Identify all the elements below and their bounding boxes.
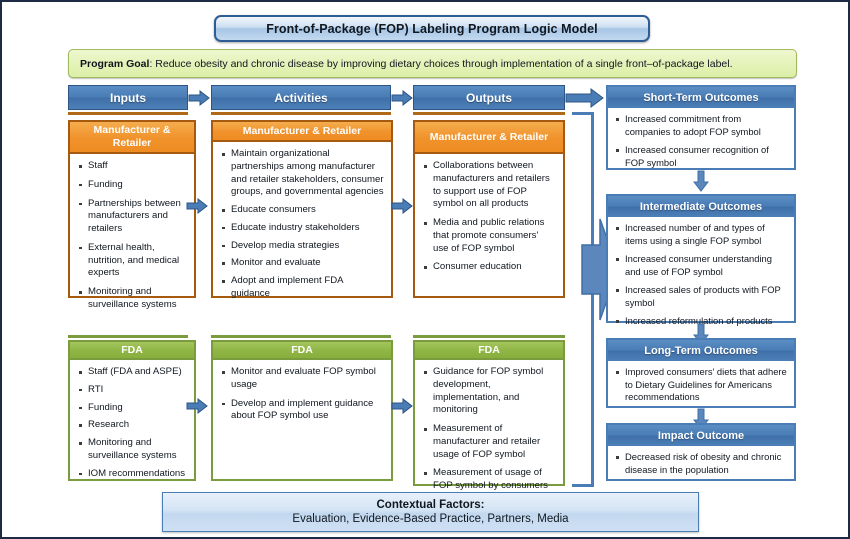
box-heading: FDA [213,342,391,360]
column-header-activities: Activities [211,85,391,110]
box-inputs-fda: FDA Staff (FDA and ASPE) RTI Funding Res… [68,340,196,481]
list-item: Partnerships between manufacturers and r… [78,198,187,236]
bullet-list-intermediate: Increased number of and types of items u… [608,217,794,338]
column-header-outputs: Outputs [413,85,565,110]
box-inputs-manufacturer-retailer: Manufacturer & Retailer Staff Funding Pa… [68,120,196,310]
rule-activities-orange [211,112,391,115]
arrow-inputs-fda-to-activities-fda [186,398,208,414]
list-item: Funding [78,402,187,415]
column-header-activities-label: Activities [274,90,328,105]
bullet-list-short-term: Increased commitment from companies to a… [608,108,794,179]
list-item: Increased number of and types of items u… [615,222,788,247]
arrow-activities-fda-to-outputs-fda [391,398,413,414]
list-item: RTI [78,384,187,397]
list-item: Increased consumer understanding and use… [615,253,788,278]
rule-inputs-orange [68,112,188,115]
box-heading: Impact Outcome [608,425,794,446]
bullet-list-inputs-fda: Staff (FDA and ASPE) RTI Funding Researc… [70,360,194,489]
bullet-list-long-term: Improved consumers' diets that adhere to… [608,361,794,414]
box-heading: Short-Term Outcomes [608,87,794,108]
list-item: Consumer education [423,261,556,274]
diagram-title-banner: Front-of-Package (FOP) Labeling Program … [214,15,650,42]
box-heading: FDA [415,342,563,360]
column-header-outputs-label: Outputs [466,90,512,105]
list-item: IOM recommendations [78,468,187,481]
rule-outputs-orange [413,112,565,115]
box-impact-outcome: Impact Outcome Decreased risk of obesity… [606,423,796,481]
list-item: Increased sales of products with FOP sym… [615,284,788,309]
program-goal-banner: Program Goal: Reduce obesity and chronic… [68,49,797,78]
box-heading: Long-Term Outcomes [608,340,794,361]
list-item: Adopt and implement FDA guidance [221,275,384,301]
contextual-factors-box: Contextual Factors: Evaluation, Evidence… [162,492,699,532]
list-item: Monitoring and surveillance systems [78,437,187,463]
program-goal-text: Program Goal: Reduce obesity and chronic… [80,58,733,70]
arrow-short-term-to-intermediate [693,170,709,192]
list-item: Develop media strategies [221,240,384,253]
list-item: Monitor and evaluate FOP symbol usage [221,366,384,392]
list-item: Staff [78,160,187,173]
list-item: Monitoring and surveillance systems [78,286,187,312]
rule-inputs-green [68,335,188,338]
list-item: Decreased risk of obesity and chronic di… [615,451,788,476]
arrow-inputs-mr-to-activities-mr [186,198,208,214]
bullet-list-outputs-mr: Collaborations between manufacturers and… [415,154,563,284]
bullet-list-activities-fda: Monitor and evaluate FOP symbol usage De… [213,360,391,433]
list-item: Measurement of usage of FOP symbol by co… [423,467,556,493]
column-header-inputs-label: Inputs [110,90,146,105]
arrow-activities-to-outputs [391,90,413,106]
box-activities-manufacturer-retailer: Manufacturer & Retailer Maintain organiz… [211,120,393,299]
rule-activities-green [211,335,391,338]
list-item: Media and public relations that promote … [423,217,556,255]
list-item: Improved consumers' diets that adhere to… [615,366,788,404]
list-item: Increased consumer recognition of FOP sy… [615,144,788,169]
box-heading: FDA [70,342,194,360]
contextual-factors-title: Contextual Factors: [376,499,485,511]
list-item: Monitor and evaluate [221,257,384,270]
list-item: Guidance for FOP symbol development, imp… [423,366,556,417]
arrow-activities-mr-to-outputs-mr [391,198,413,214]
rule-outputs-green [413,335,565,338]
list-item: Increased commitment from companies to a… [615,113,788,138]
arrow-outputs-to-short-term [565,88,604,108]
column-header-inputs: Inputs [68,85,188,110]
bullet-list-impact: Decreased risk of obesity and chronic di… [608,446,794,486]
list-item: Educate industry stakeholders [221,222,384,235]
box-heading: Manufacturer & Retailer [213,122,391,142]
list-item: Maintain organizational partnerships amo… [221,148,384,199]
box-heading: Intermediate Outcomes [608,196,794,217]
box-short-term-outcomes: Short-Term Outcomes Increased commitment… [606,85,796,170]
arrow-inputs-to-activities [188,90,210,106]
list-item: Develop and implement guidance about FOP… [221,398,384,424]
bullet-list-activities-mr: Maintain organizational partnerships amo… [213,142,391,310]
list-item: Measurement of manufacturer and retailer… [423,423,556,461]
logic-model-diagram: Front-of-Package (FOP) Labeling Program … [0,0,850,539]
box-outputs-manufacturer-retailer: Manufacturer & Retailer Collaborations b… [413,120,565,298]
list-item: Research [78,419,187,432]
box-long-term-outcomes: Long-Term Outcomes Improved consumers' d… [606,338,796,408]
page-title: Front-of-Package (FOP) Labeling Program … [266,21,598,36]
box-heading: Manufacturer & Retailer [70,122,194,154]
list-item: External health, nutrition, and medical … [78,242,187,280]
box-outputs-fda: FDA Guidance for FOP symbol development,… [413,340,565,491]
box-heading: Manufacturer & Retailer [415,122,563,154]
list-item: Staff (FDA and ASPE) [78,366,187,379]
box-activities-fda: FDA Monitor and evaluate FOP symbol usag… [211,340,393,481]
list-item: Educate consumers [221,204,384,217]
bullet-list-outputs-fda: Guidance for FOP symbol development, imp… [415,360,563,503]
box-intermediate-outcomes: Intermediate Outcomes Increased number o… [606,194,796,326]
bullet-list-inputs-mr: Staff Funding Partnerships between manuf… [70,154,194,322]
program-goal-body: : Reduce obesity and chronic disease by … [149,57,733,70]
contextual-factors-list: Evaluation, Evidence-Based Practice, Par… [292,513,569,525]
list-item: Funding [78,179,187,192]
list-item: Collaborations between manufacturers and… [423,160,556,211]
program-goal-label: Program Goal [80,57,150,70]
